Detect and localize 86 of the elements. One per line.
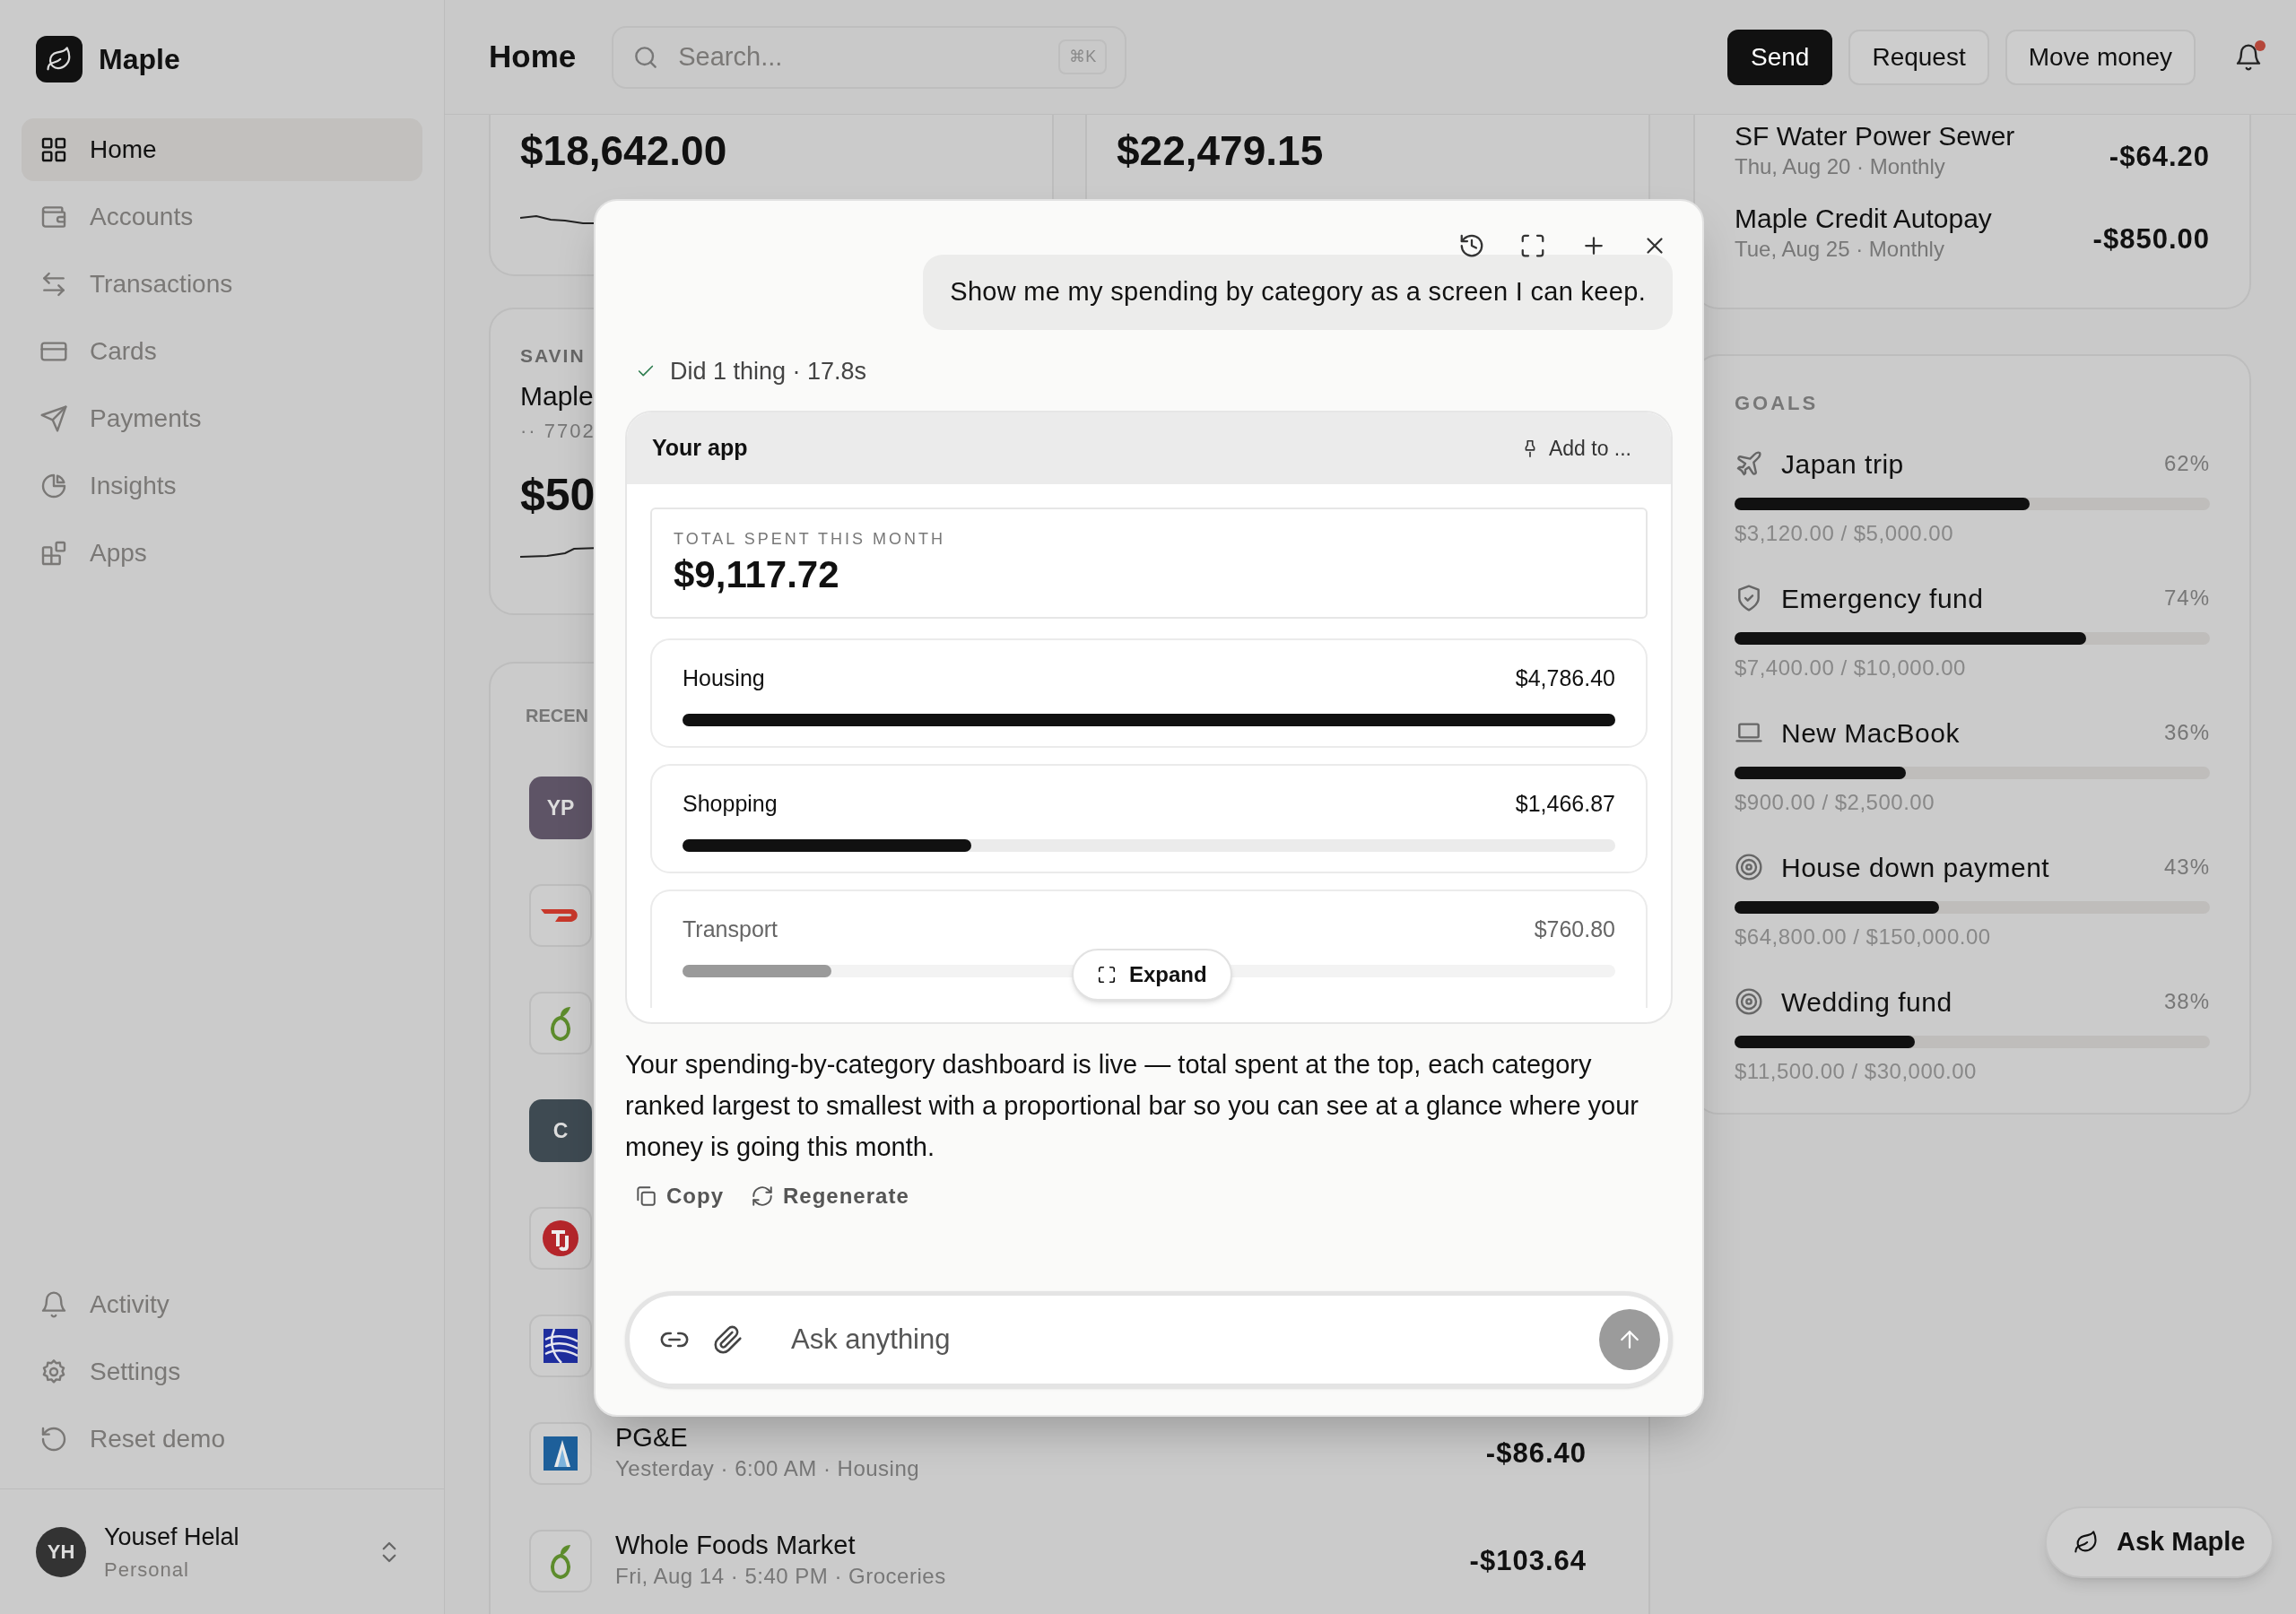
goal-name: Japan trip [1781,447,1905,481]
avatar: C [529,1099,592,1162]
user-name: Yousef Helal [104,1522,240,1552]
goal-amounts: $900.00 / $2,500.00 [1735,789,1936,816]
app-title: Your app [652,434,749,463]
leaf-icon [46,46,73,73]
action-button[interactable]: Move money [2005,29,2196,85]
paper-plane-icon [39,404,68,433]
total-amount: $9,117.72 [674,552,840,597]
bill-amount: -$850.00 [2092,222,2210,256]
action-button[interactable]: Send [1727,29,1833,85]
bill-detail: Thu, Aug 20 · Monthly [1735,153,1946,180]
logo-icon [544,1436,578,1471]
goal-percent: 38% [2163,988,2210,1015]
goal-amounts: $11,500.00 / $30,000.00 [1735,1058,1978,1085]
fullscreen-icon [1519,232,1546,259]
category-name: Housing [683,664,765,692]
bill-name: Maple Credit Autopay [1735,203,1992,235]
plane-icon [1735,449,1763,478]
ask-button[interactable]: Ask Maple [2045,1506,2274,1578]
grid-icon [39,135,68,164]
pie-chart-icon [39,472,68,500]
transaction-detail: Fri, Aug 14 · 5:40 PM · Groceries [615,1563,947,1590]
balance-amount: $18,642.00 [520,126,728,176]
expand-button[interactable]: Expand [1072,949,1232,1001]
category-amount: $760.80 [1534,915,1615,943]
brand-name: Maple [99,42,180,77]
goal-name: New MacBook [1781,716,1961,750]
copy-button[interactable]: Copy [634,1180,724,1212]
total-label: TOTAL SPENT THIS MONTH [674,529,947,549]
goal-name: House down payment [1781,851,2051,884]
savings-amount: $50 [520,468,596,522]
globe-icon [544,1329,578,1363]
section-title: RECEN [526,705,589,727]
regenerate-button[interactable]: Regenerate [751,1180,909,1212]
fullscreen-icon [1097,965,1117,985]
history-icon [1458,232,1485,259]
user-message: Show me my spending by category as a screen I can keep. [923,255,1673,330]
balance-amount: $22,479.15 [1117,126,1325,176]
account-number: ·· 7702 [520,418,596,444]
status-text: Did 1 thing · 17.8s [670,356,867,386]
attach-button[interactable] [713,1324,744,1355]
page-title: Home [489,38,577,76]
category-amount: $1,466.87 [1515,790,1615,818]
bell-icon [39,1290,68,1319]
goal-name: Emergency fund [1781,582,1985,615]
goal-name: Wedding fund [1781,985,1953,1019]
goal-amounts: $7,400.00 / $10,000.00 [1735,655,1967,681]
avatar: YP [529,777,592,839]
user-avatar: YH [36,1526,86,1577]
goal-amounts: $3,120.00 / $5,000.00 [1735,520,1955,547]
bill-name: SF Water Power Sewer [1735,120,2015,152]
transaction-amount: -$86.40 [1485,1436,1587,1471]
target-icon [1735,987,1763,1016]
transaction-detail: Yesterday · 6:00 AM · Housing [615,1455,921,1482]
bell-icon [2234,42,2263,72]
user-plan: Personal [104,1558,190,1584]
add-to-button[interactable]: Add to ... [1519,432,1631,464]
transaction-amount: -$103.64 [1469,1543,1587,1578]
section-title: GOALS [1735,392,1820,415]
goal-percent: 62% [2163,450,2210,477]
goal-amounts: $64,800.00 / $150,000.00 [1735,924,1992,950]
assistant-reply: Your spending-by-category dashboard is live — total spent at the top, each category ranked largest to smallest with a proportional bar so you can see at a glance where your money is going this month. [625,1049,1639,1163]
blocks-icon [39,539,68,568]
bill-amount: -$64.20 [2109,140,2210,174]
copy-icon [634,1184,657,1208]
goal-percent: 74% [2163,585,2210,612]
goal-percent: 43% [2163,854,2210,881]
category-amount: $4,786.40 [1515,664,1615,692]
nav-item[interactable]: Home [22,118,422,181]
bill-detail: Tue, Aug 25 · Monthly [1735,236,1945,263]
category-name: Transport [683,915,778,943]
account-name: Maple [520,379,595,412]
message-input[interactable]: Ask anything [625,1291,1673,1388]
action-button[interactable]: Request [1848,29,1989,85]
category-name: Shopping [683,790,778,818]
undo-icon [39,1425,68,1453]
target-icon [1735,853,1763,881]
emblem-icon [543,1220,578,1256]
shortcut-hint: ⌘K [1058,39,1108,74]
merchant-name: Whole Foods Market [615,1530,857,1560]
goal-percent: 36% [2163,719,2210,746]
merchant-name: PG&E [615,1422,689,1453]
leaf-icon [2074,1530,2099,1555]
refresh-icon [751,1184,774,1208]
paperclip-icon [713,1324,744,1355]
